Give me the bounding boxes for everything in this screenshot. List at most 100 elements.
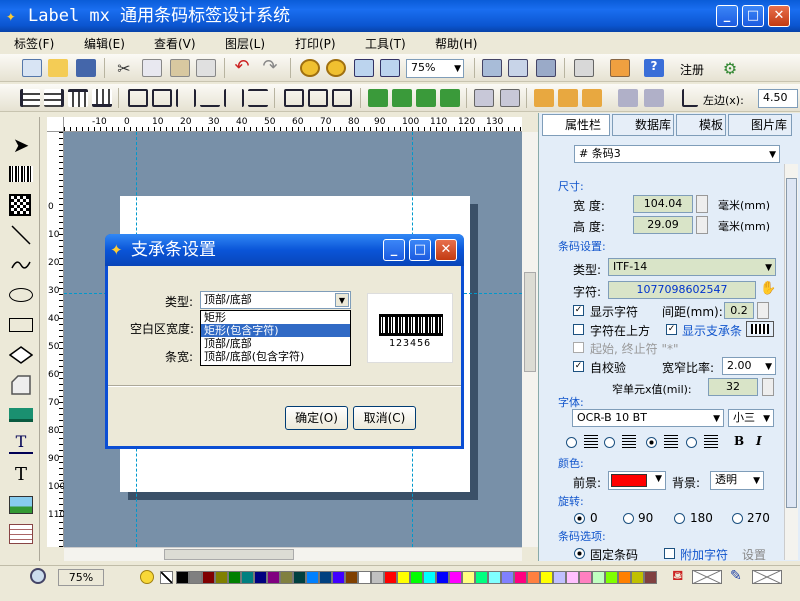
redo-icon[interactable]: ↷ <box>260 58 280 77</box>
height-input[interactable]: 29.09 <box>633 216 693 234</box>
close-button[interactable]: ✕ <box>768 5 790 27</box>
line-none-swatch[interactable] <box>752 570 782 584</box>
bearer-settings-button[interactable] <box>746 321 774 337</box>
align-left-radio[interactable] <box>566 437 577 448</box>
cut-icon[interactable]: ✂ <box>114 59 134 78</box>
color-swatch[interactable] <box>605 571 618 584</box>
text-box-tool-icon[interactable]: T <box>9 432 33 454</box>
select-tool-icon[interactable]: ➤ <box>9 134 33 156</box>
panel-scrollbar[interactable] <box>784 164 798 560</box>
show-bearer-checkbox[interactable]: ✓ <box>666 324 677 335</box>
tab-template[interactable]: 模板 <box>676 114 726 136</box>
save-icon[interactable] <box>76 59 96 77</box>
cancel-button[interactable]: 取消(C) <box>353 406 416 430</box>
color-swatch[interactable] <box>592 571 605 584</box>
dialog-close-button[interactable]: ✕ <box>435 239 457 261</box>
scroll-thumb[interactable] <box>786 178 797 508</box>
color-swatch[interactable] <box>176 571 189 584</box>
maximize-button[interactable]: □ <box>742 5 764 27</box>
horizontal-scrollbar[interactable] <box>64 547 522 561</box>
color-swatch[interactable] <box>410 571 423 584</box>
color-swatch[interactable] <box>280 571 293 584</box>
status-zoom-box[interactable]: 75% <box>58 569 104 586</box>
picture-tool-icon[interactable] <box>9 496 33 514</box>
menu-view[interactable]: 查看(V) <box>154 35 196 52</box>
align-justify-radio[interactable] <box>686 437 697 448</box>
align-left-icon[interactable] <box>20 89 40 107</box>
ellipse-tool-icon[interactable] <box>9 288 33 302</box>
color-swatch[interactable] <box>267 571 280 584</box>
paste-icon[interactable] <box>170 59 190 77</box>
zoom-select[interactable]: 75% ▼ <box>406 59 464 78</box>
fill-color-icon[interactable]: ⛾ <box>672 568 690 584</box>
color-swatch[interactable] <box>527 571 540 584</box>
space-h-icon[interactable] <box>284 89 304 107</box>
vertical-scrollbar[interactable] <box>522 132 538 547</box>
no-print-icon[interactable] <box>644 89 664 107</box>
chars-top-checkbox[interactable] <box>573 324 584 335</box>
color-swatch[interactable] <box>254 571 267 584</box>
print-object-icon[interactable] <box>618 89 638 107</box>
line-tool-icon[interactable] <box>10 224 32 246</box>
color-swatch[interactable] <box>241 571 254 584</box>
barcode-type-select[interactable]: ITF-14 ▼ <box>608 258 776 276</box>
color-swatch[interactable] <box>501 571 514 584</box>
open-folder-icon[interactable] <box>48 59 68 77</box>
bold-button[interactable]: B <box>734 434 744 448</box>
align-top-icon[interactable] <box>68 89 88 107</box>
dialog-minimize-button[interactable]: _ <box>383 239 405 261</box>
database-icon[interactable] <box>574 59 594 77</box>
align-bottom-icon[interactable] <box>92 89 112 107</box>
unlock-icon[interactable] <box>558 89 578 107</box>
fit-page-icon[interactable] <box>354 59 374 77</box>
color-swatch[interactable] <box>423 571 436 584</box>
color-swatch[interactable] <box>436 571 449 584</box>
data-source-icon[interactable]: ✋ <box>760 281 776 297</box>
dialog-type-select[interactable]: 顶部/底部 ▼ <box>200 291 351 309</box>
color-swatch[interactable] <box>228 571 241 584</box>
group-icon[interactable] <box>474 89 494 107</box>
curve-tool-icon[interactable] <box>10 254 32 276</box>
center-page-icon[interactable] <box>332 89 352 107</box>
text-tool-icon[interactable]: T <box>9 464 33 486</box>
width-input[interactable]: 104.04 <box>633 195 693 213</box>
smiley-icon[interactable] <box>140 570 154 584</box>
color-swatch[interactable] <box>319 571 332 584</box>
lock-size-icon[interactable] <box>582 89 602 107</box>
rotate-180-radio[interactable] <box>674 513 685 524</box>
dropdown-option[interactable]: 顶部/底部 <box>201 337 350 350</box>
color-swatch[interactable] <box>215 571 228 584</box>
font-size-select[interactable]: 小三 ▼ <box>728 409 774 427</box>
barcode-tool-icon[interactable] <box>9 166 33 182</box>
menu-label[interactable]: 标签(F) <box>14 35 54 52</box>
zoom-in-icon[interactable] <box>300 59 320 77</box>
ungroup-icon[interactable] <box>500 89 520 107</box>
color-swatch[interactable] <box>475 571 488 584</box>
diamond-tool-icon[interactable] <box>9 346 33 364</box>
tab-properties[interactable]: 属性栏 <box>542 114 610 136</box>
color-swatch[interactable] <box>332 571 345 584</box>
menu-edit[interactable]: 编辑(E) <box>84 35 125 52</box>
rotate-270-radio[interactable] <box>732 513 743 524</box>
lock-icon[interactable] <box>534 89 554 107</box>
color-swatch[interactable] <box>345 571 358 584</box>
fit-width-icon[interactable] <box>380 59 400 77</box>
zoom-icon[interactable] <box>30 568 46 584</box>
fill-none-swatch[interactable] <box>692 570 722 584</box>
font-name-select[interactable]: OCR-B 10 BT ▼ <box>572 409 724 427</box>
width-spinner[interactable] <box>696 195 708 213</box>
rotate-0-radio[interactable] <box>574 513 585 524</box>
zoom-out-icon[interactable] <box>326 59 346 77</box>
rectangle-tool-icon[interactable] <box>9 318 33 332</box>
scroll-thumb[interactable] <box>524 272 536 372</box>
settings-icon[interactable]: ⚙ <box>720 59 740 78</box>
qrcode-tool-icon[interactable] <box>9 194 31 216</box>
align-right-radio[interactable] <box>646 437 657 448</box>
center-h-icon[interactable] <box>128 89 148 107</box>
color-swatch[interactable] <box>189 571 202 584</box>
menu-tools[interactable]: 工具(T) <box>365 35 406 52</box>
spacing-spinner[interactable] <box>757 302 769 319</box>
color-swatch[interactable] <box>488 571 501 584</box>
distribute-v-icon[interactable] <box>200 89 220 107</box>
dropdown-option[interactable]: 矩形 <box>201 311 350 324</box>
